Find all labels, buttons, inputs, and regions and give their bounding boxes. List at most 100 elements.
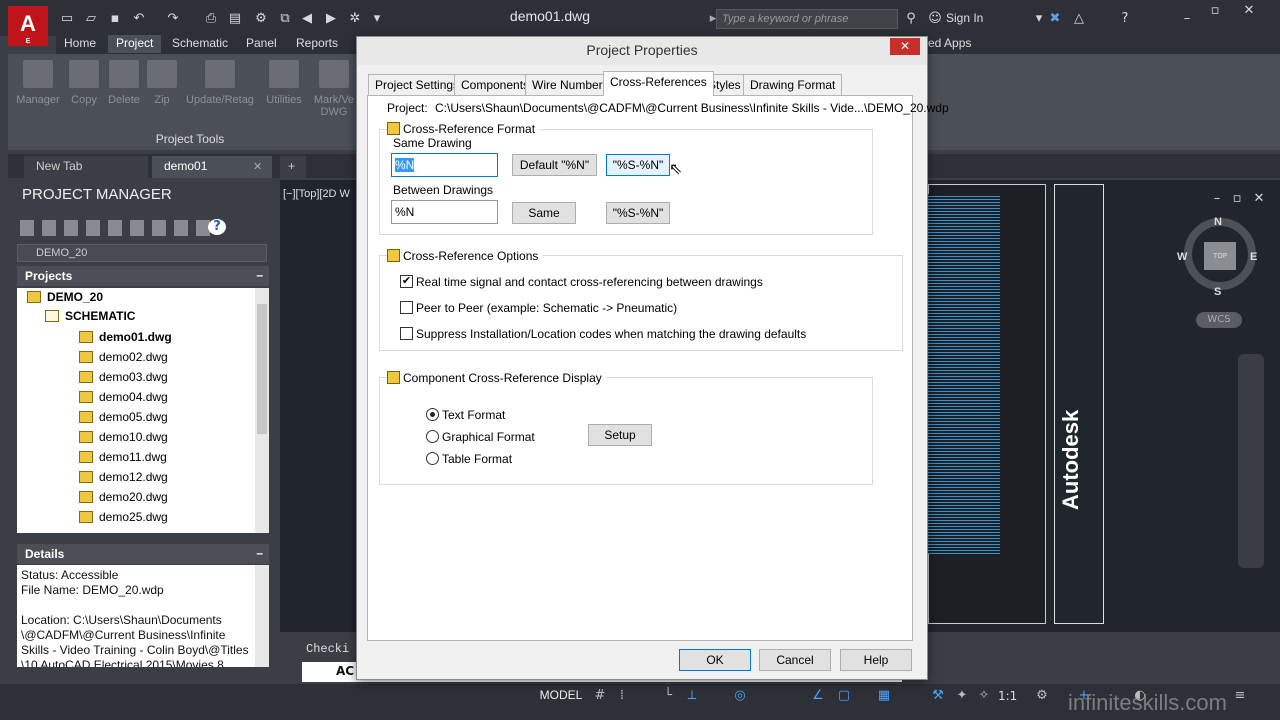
navigation-bar[interactable]	[1238, 354, 1264, 568]
sheet-format-button-same[interactable]: "%S-%N"	[606, 154, 670, 176]
graphical-format-radio[interactable]	[426, 430, 439, 443]
dynamic-ucs-icon[interactable]: ▢	[836, 688, 852, 704]
copy-icon[interactable]: ⧉	[276, 10, 294, 28]
application-menu-button[interactable]: A E	[8, 6, 48, 46]
help-button[interactable]: Help	[840, 649, 912, 671]
quick-access-dropdown-icon[interactable]: ▾	[368, 10, 386, 28]
file-tab-new[interactable]: New Tab	[24, 156, 148, 178]
tree-file-item[interactable]: demo10.dwg	[79, 428, 168, 446]
command-tab[interactable]: Checki	[306, 642, 349, 656]
ribbon-tab-panel[interactable]: Panel	[238, 35, 285, 53]
tree-folder-node[interactable]: SCHEMATIC	[45, 307, 135, 325]
same-button[interactable]: Same	[512, 202, 576, 224]
ortho-icon[interactable]: └	[660, 688, 676, 704]
tree-file-item[interactable]: demo25.dwg	[79, 508, 168, 526]
tab-components[interactable]: Components	[454, 74, 537, 95]
tree-file-item[interactable]: demo05.dwg	[79, 408, 168, 426]
text-format-radio[interactable]	[426, 408, 439, 421]
search-input[interactable]: Type a keyword or phrase	[716, 9, 898, 29]
sheet-format-button-between[interactable]: "%S-%N"	[606, 202, 670, 224]
viewcube-south[interactable]: S	[1214, 286, 1221, 298]
properties-icon[interactable]: ▤	[226, 10, 244, 28]
tab-project-settings[interactable]: Project Settings	[368, 74, 467, 95]
suppress-codes-checkbox[interactable]	[400, 327, 413, 340]
model-space-button[interactable]: MODEL	[536, 688, 586, 706]
viewcube-north[interactable]: N	[1214, 216, 1222, 228]
workspace-gear-icon[interactable]: ⚙	[1034, 688, 1050, 704]
ok-button[interactable]: OK	[679, 649, 751, 671]
tab-drawing-format[interactable]: Drawing Format	[743, 74, 843, 95]
otrack-icon[interactable]: ∠	[810, 688, 826, 704]
tree-file-item[interactable]: demo02.dwg	[79, 348, 168, 366]
settings-icon[interactable]: ✲	[346, 10, 364, 28]
tree-file-item[interactable]: demo04.dwg	[79, 388, 168, 406]
tree-file-item[interactable]: demo03.dwg	[79, 368, 168, 386]
dialog-close-button[interactable]: ✕	[890, 38, 920, 55]
customize-icon[interactable]: ≡	[1232, 688, 1248, 704]
exchange-icon[interactable]: ✖	[1046, 10, 1064, 28]
ribbon-button-update-retag[interactable]: Update/Retag	[182, 60, 258, 106]
polar-icon[interactable]: ⟂	[684, 688, 700, 704]
forward-icon[interactable]: ▶	[322, 10, 340, 28]
annotation-scale-value[interactable]: 1:1	[998, 689, 1017, 703]
autodesk-app-icon[interactable]: △	[1070, 10, 1088, 28]
file-tab-close-icon[interactable]: ✕	[253, 160, 262, 173]
ribbon-tab-featured-apps[interactable]: ed Apps	[920, 35, 979, 53]
viewcube-top-face[interactable]: TOP	[1204, 242, 1236, 270]
new-file-icon[interactable]: ▭	[58, 10, 76, 28]
ribbon-tab-home[interactable]: Home	[56, 35, 104, 53]
collapse-icon[interactable]: –	[256, 546, 263, 560]
tab-cross-references[interactable]: Cross-References	[603, 71, 714, 96]
wcs-menu[interactable]: WCS	[1196, 312, 1242, 328]
tree-file-item[interactable]: demo01.dwg	[79, 328, 172, 346]
viewcube-east[interactable]: E	[1250, 251, 1257, 263]
tree-scrollbar[interactable]	[255, 288, 269, 533]
details-scrollbar[interactable]	[255, 565, 269, 667]
help-icon[interactable]: ?	[1116, 10, 1134, 28]
same-drawing-input[interactable]: %N	[391, 153, 498, 177]
ribbon-tab-reports[interactable]: Reports	[288, 35, 346, 53]
viewport-controls-label[interactable]: [−][Top][2D W	[283, 188, 350, 200]
viewport-close-icon[interactable]: ✕	[1250, 190, 1268, 208]
minimize-icon[interactable]: –	[1178, 10, 1196, 28]
tree-project-node[interactable]: DEMO_20	[27, 288, 103, 306]
window-close-icon[interactable]: ✕	[1240, 2, 1258, 20]
save-icon[interactable]: ▪	[106, 10, 124, 28]
auto-scale-icon[interactable]: ✧	[976, 688, 992, 704]
peer-to-peer-checkbox[interactable]	[400, 301, 413, 314]
cancel-button[interactable]: Cancel	[759, 649, 831, 671]
grid-icon[interactable]: #	[592, 688, 608, 704]
osnap-icon[interactable]: ◎	[732, 688, 748, 704]
redo-icon[interactable]: ↷	[164, 10, 182, 28]
undo-icon[interactable]: ↶	[130, 10, 148, 28]
transparency-icon[interactable]: ▦	[876, 688, 892, 704]
annotation-visibility-icon[interactable]: ✦	[954, 688, 970, 704]
setup-button[interactable]: Setup	[588, 424, 652, 446]
ribbon-tab-project[interactable]: Project	[108, 35, 162, 53]
back-icon[interactable]: ◀	[298, 10, 316, 28]
collapse-icon[interactable]: –	[256, 268, 263, 282]
tree-scroll-thumb[interactable]	[257, 304, 267, 434]
workspace-icon[interactable]: ⚙	[252, 10, 270, 28]
new-tab-plus-button[interactable]: +	[280, 156, 306, 178]
sign-in-button[interactable]: Sign In	[946, 11, 983, 25]
restore-icon[interactable]: ▫	[1206, 2, 1224, 20]
snap-icon[interactable]: ⁞	[614, 688, 630, 704]
user-icon[interactable]: ☺	[926, 10, 944, 28]
viewcube-west[interactable]: W	[1177, 251, 1187, 263]
between-drawings-input[interactable]: %N	[391, 200, 498, 224]
annotation-scale-icon[interactable]: ⚒	[930, 688, 946, 704]
tree-file-item[interactable]: demo20.dwg	[79, 488, 168, 506]
pm-help-icon[interactable]: ?	[208, 219, 226, 235]
viewport-minimize-icon[interactable]: –	[1208, 190, 1226, 208]
project-select[interactable]: DEMO_20	[17, 244, 267, 262]
tree-file-item[interactable]: demo12.dwg	[79, 468, 168, 486]
plot-icon[interactable]: ⎙	[202, 10, 220, 28]
binoculars-icon[interactable]: ⚲	[902, 10, 920, 28]
tree-file-item[interactable]: demo11.dwg	[79, 448, 167, 466]
ribbon-tab-schematic[interactable]: Schematic	[164, 35, 236, 53]
project-manager-toolbar[interactable]	[20, 220, 216, 236]
ribbon-button-mark-verify[interactable]: Mark/Ve DWG	[304, 60, 364, 118]
viewport-restore-icon[interactable]: ▫	[1228, 190, 1246, 208]
open-file-icon[interactable]: ▱	[82, 10, 100, 28]
